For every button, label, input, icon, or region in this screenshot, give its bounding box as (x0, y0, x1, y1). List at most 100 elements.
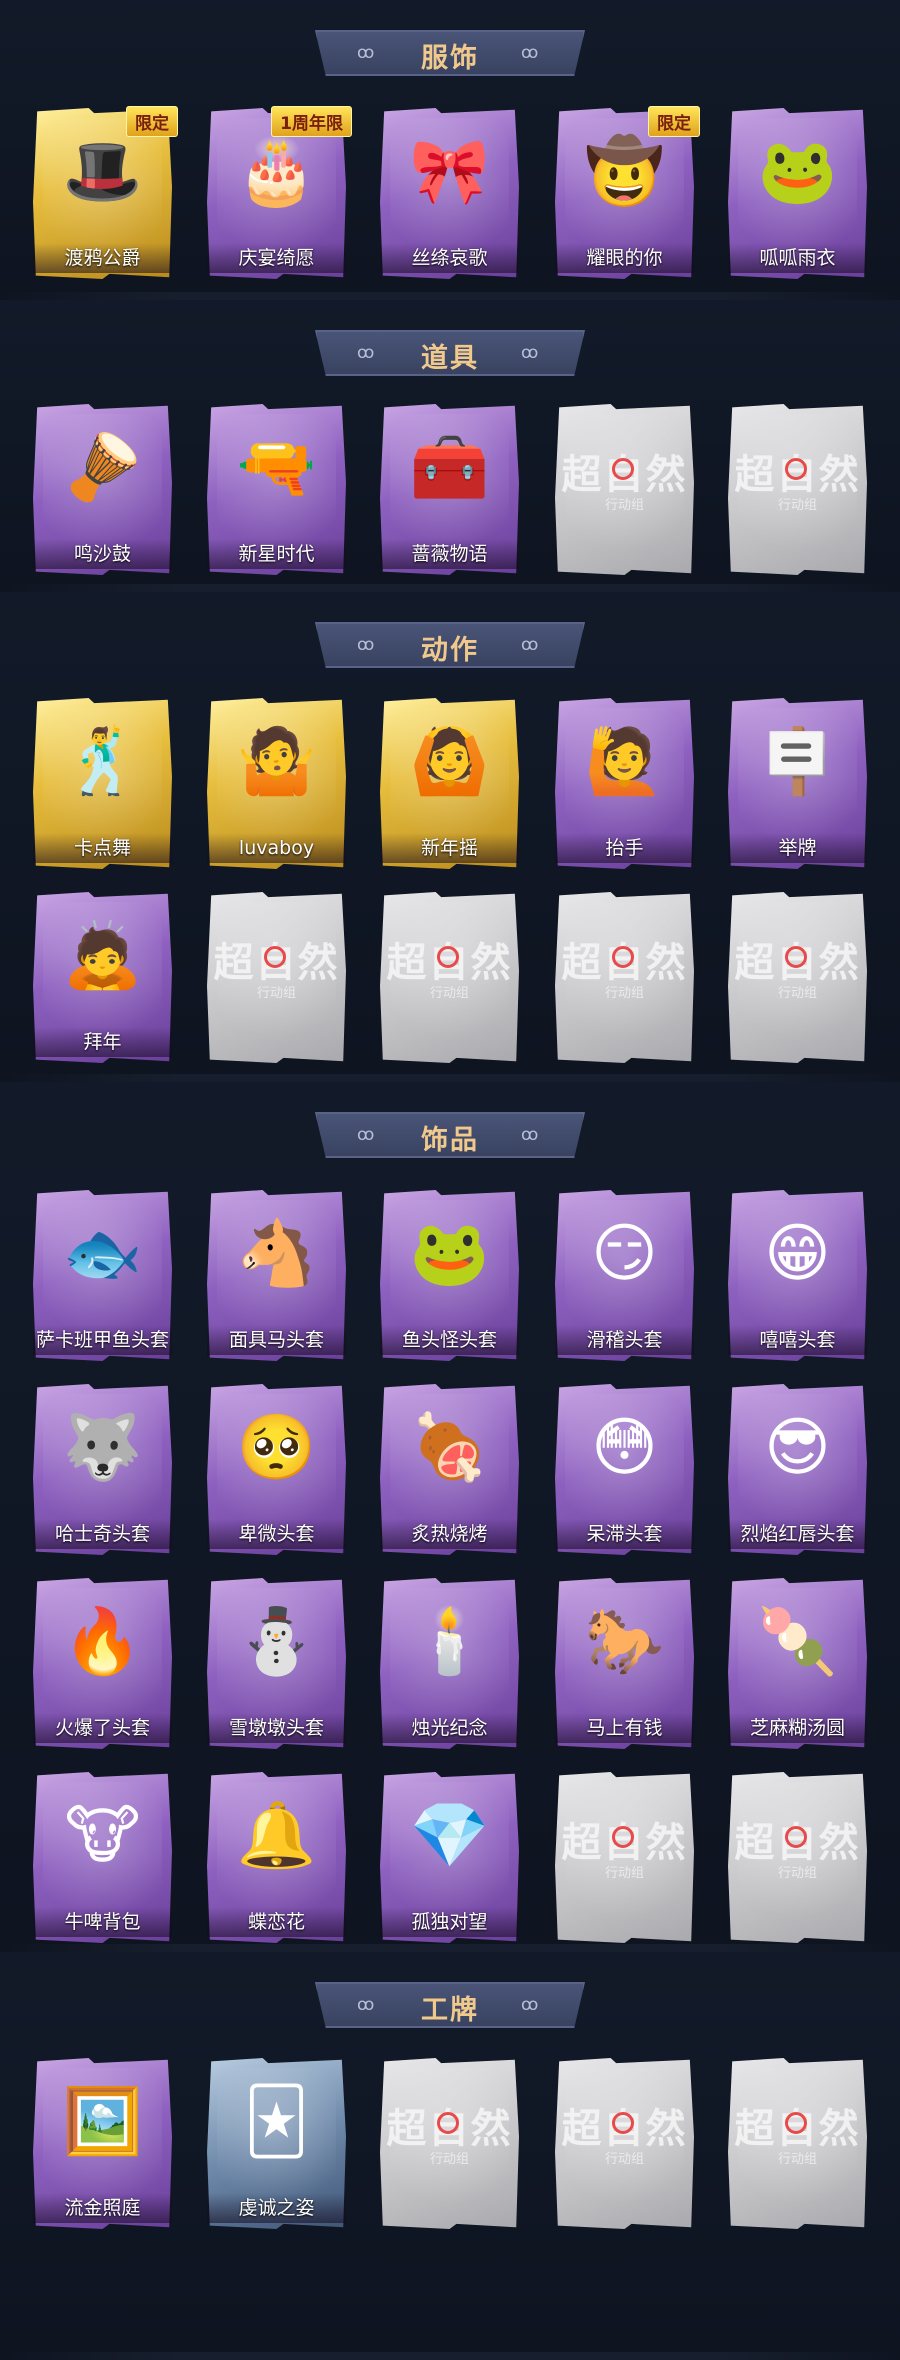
item-card[interactable]: ⛄ 雪墩墩头套 (207, 1578, 346, 1749)
locked-item-card[interactable]: 超自然 行动组 (555, 2058, 694, 2229)
pikachu-sunglasses-icon: 😎 (764, 1411, 831, 1485)
limited-badge: 限定 (648, 106, 700, 137)
raise-hand-pose-icon: 🙋 (584, 725, 665, 799)
locked-item-card[interactable]: 超自然 行动组 (728, 892, 867, 1063)
item-label: 丝绦哀歌 (380, 243, 519, 273)
section-banner: ꝏ ꝏ 动作 (315, 622, 585, 668)
locked-item-card[interactable]: 超自然 行动组 (728, 404, 867, 575)
item-label: 庆宴绮愿 (207, 243, 346, 273)
locked-item-card[interactable]: 超自然 行动组 (380, 892, 519, 1063)
item-card[interactable]: 🪧 举牌 (728, 698, 867, 869)
section-title: 饰品 (421, 1125, 479, 1156)
bow-pose-icon: 🙇 (62, 919, 143, 993)
candle-icon: 🕯️ (409, 1605, 490, 1679)
placeholder-subtitle: 行动组 (256, 986, 296, 1001)
grin-face-icon: 😁 (764, 1217, 831, 1291)
heart-pose-icon: 🤷 (236, 725, 317, 799)
section-banner: ꝏ ꝏ 道具 (315, 330, 585, 376)
item-card[interactable]: 😏 滑稽头套 (555, 1190, 694, 1361)
item-card[interactable]: 🙋 抬手 (555, 698, 694, 869)
locked-item-card[interactable]: 超自然 行动组 (728, 1772, 867, 1943)
locked-item-card[interactable]: 超自然 行动组 (555, 404, 694, 575)
locked-item-card[interactable]: 超自然 行动组 (380, 2058, 519, 2229)
item-card[interactable]: 🕯️ 烛光纪念 (380, 1578, 519, 1749)
item-card[interactable]: 🍡 芝麻糊汤圆 (728, 1578, 867, 1749)
locked-item-card[interactable]: 超自然 行动组 (555, 1772, 694, 1943)
item-card[interactable]: 😳 呆滞头套 (555, 1384, 694, 1555)
smirk-face-icon: 😏 (591, 1217, 658, 1291)
item-card[interactable]: 🤷 luvaboy (207, 698, 346, 869)
item-card[interactable]: 🥺 卑微头套 (207, 1384, 346, 1555)
item-card[interactable]: 🍖 炙热烧烤 (380, 1384, 519, 1555)
item-card[interactable]: 🎂 庆宴绮愿 1周年限 (207, 106, 352, 279)
horse-head-icon: 🐴 (236, 1217, 317, 1291)
item-card[interactable]: 🎀 丝绦哀歌 (380, 108, 519, 279)
item-card[interactable]: 🔫 新星时代 (207, 404, 346, 575)
limited-badge: 限定 (126, 106, 178, 137)
logo-ring-icon (437, 2112, 459, 2134)
locked-item-card[interactable]: 超自然 行动组 (555, 892, 694, 1063)
dance-pose-icon: 🕺 (62, 725, 143, 799)
placeholder-subtitle: 行动组 (429, 986, 469, 1001)
placeholder-subtitle: 行动组 (604, 986, 644, 1001)
doll-girl-icon: 🎀 (409, 135, 490, 209)
item-card[interactable]: 🧰 蔷薇物语 (380, 404, 519, 575)
item-label: 滑稽头套 (555, 1325, 694, 1355)
item-card[interactable]: 🙇 拜年 (33, 892, 172, 1063)
item-card[interactable]: 🐟 萨卡班甲鱼头套 (33, 1190, 172, 1361)
snowman-icon: ⛄ (236, 1605, 317, 1679)
item-label: 卑微头套 (207, 1519, 346, 1549)
item-card[interactable]: 🃏 虔诚之姿 (207, 2058, 346, 2229)
item-label: 雪墩墩头套 (207, 1713, 346, 1743)
noble-portrait-icon: 🎩 (62, 135, 143, 209)
item-card[interactable]: 😁 嘻嘻头套 (728, 1190, 867, 1361)
logo-ring-icon (612, 458, 634, 480)
item-card[interactable]: 🕺 卡点舞 (33, 698, 172, 869)
item-card[interactable]: 🐮 牛啤背包 (33, 1772, 172, 1943)
item-card[interactable]: 🐸 鱼头怪头套 (380, 1190, 519, 1361)
placeholder-subtitle: 行动组 (604, 498, 644, 513)
dreamcatcher-icon: 🪘 (62, 431, 143, 505)
item-label: 马上有钱 (555, 1713, 694, 1743)
medkit-icon: 🧰 (409, 431, 490, 505)
item-card[interactable]: 🐎 马上有钱 (555, 1578, 694, 1749)
item-card[interactable]: 🪘 鸣沙鼓 (33, 404, 172, 575)
item-label: 牛啤背包 (33, 1907, 172, 1937)
item-card[interactable]: 🐴 面具马头套 (207, 1190, 346, 1361)
revolver-icon: 🔫 (236, 431, 317, 505)
item-card[interactable]: 🎩 渡鸦公爵 限定 (33, 106, 178, 279)
item-card[interactable]: 🙆 新年摇 (380, 698, 519, 869)
item-label: 孤独对望 (380, 1907, 519, 1937)
shake-pose-icon: 🙆 (409, 725, 490, 799)
placeholder-subtitle: 行动组 (777, 1866, 817, 1881)
item-card[interactable]: 🤠 耀眼的你 限定 (555, 106, 700, 279)
logo-ring-icon (437, 946, 459, 968)
item-card[interactable]: 🔥 火爆了头套 (33, 1578, 172, 1749)
cake-girl-icon: 🎂 (236, 135, 317, 209)
placeholder-subtitle: 行动组 (777, 2152, 817, 2167)
item-card[interactable]: 🔔 蝶恋花 (207, 1772, 346, 1943)
logo-ring-icon (785, 458, 807, 480)
locked-item-card[interactable]: 超自然 行动组 (728, 2058, 867, 2229)
husky-head-icon: 🐺 (62, 1411, 143, 1485)
logo-ring-icon (612, 1826, 634, 1848)
logo-ring-icon (785, 1826, 807, 1848)
item-card[interactable]: 😎 烈焰红唇头套 (728, 1384, 867, 1555)
item-card[interactable]: 🐺 哈士奇头套 (33, 1384, 172, 1555)
cowgirl-icon: 🤠 (584, 135, 665, 209)
item-card[interactable]: 🐸 呱呱雨衣 (728, 108, 867, 279)
placeholder-subtitle: 行动组 (429, 2152, 469, 2167)
item-label: luvaboy (207, 833, 346, 863)
item-label: 哈士奇头套 (33, 1519, 172, 1549)
item-label: 芝麻糊汤圆 (728, 1713, 867, 1743)
section-2: ꝏ ꝏ 动作 🕺 卡点舞 🤷 luvaboy 🙆 新年摇 🙋 抬手 🪧 举牌 🙇 拜年 超自然 行动组 超自然 行动… (0, 592, 900, 1082)
crystal-ornament-icon: 💎 (409, 1799, 490, 1873)
item-card[interactable]: 🖼️ 流金照庭 (33, 2058, 172, 2229)
golden-frame-card-icon: 🖼️ (62, 2085, 143, 2159)
item-card[interactable]: 💎 孤独对望 (380, 1772, 519, 1943)
cow-beer-backpack-icon: 🐮 (64, 1799, 141, 1873)
section-0: ꝏ ꝏ 服饰 🎩 渡鸦公爵 限定 🎂 庆宴绮愿 1周年限 🎀 丝绦哀歌 🤠 耀眼的你 限定 🐸 呱呱雨衣 (0, 0, 900, 300)
item-label: 流金照庭 (33, 2193, 172, 2223)
item-label: 鸣沙鼓 (33, 539, 172, 569)
locked-item-card[interactable]: 超自然 行动组 (207, 892, 346, 1063)
